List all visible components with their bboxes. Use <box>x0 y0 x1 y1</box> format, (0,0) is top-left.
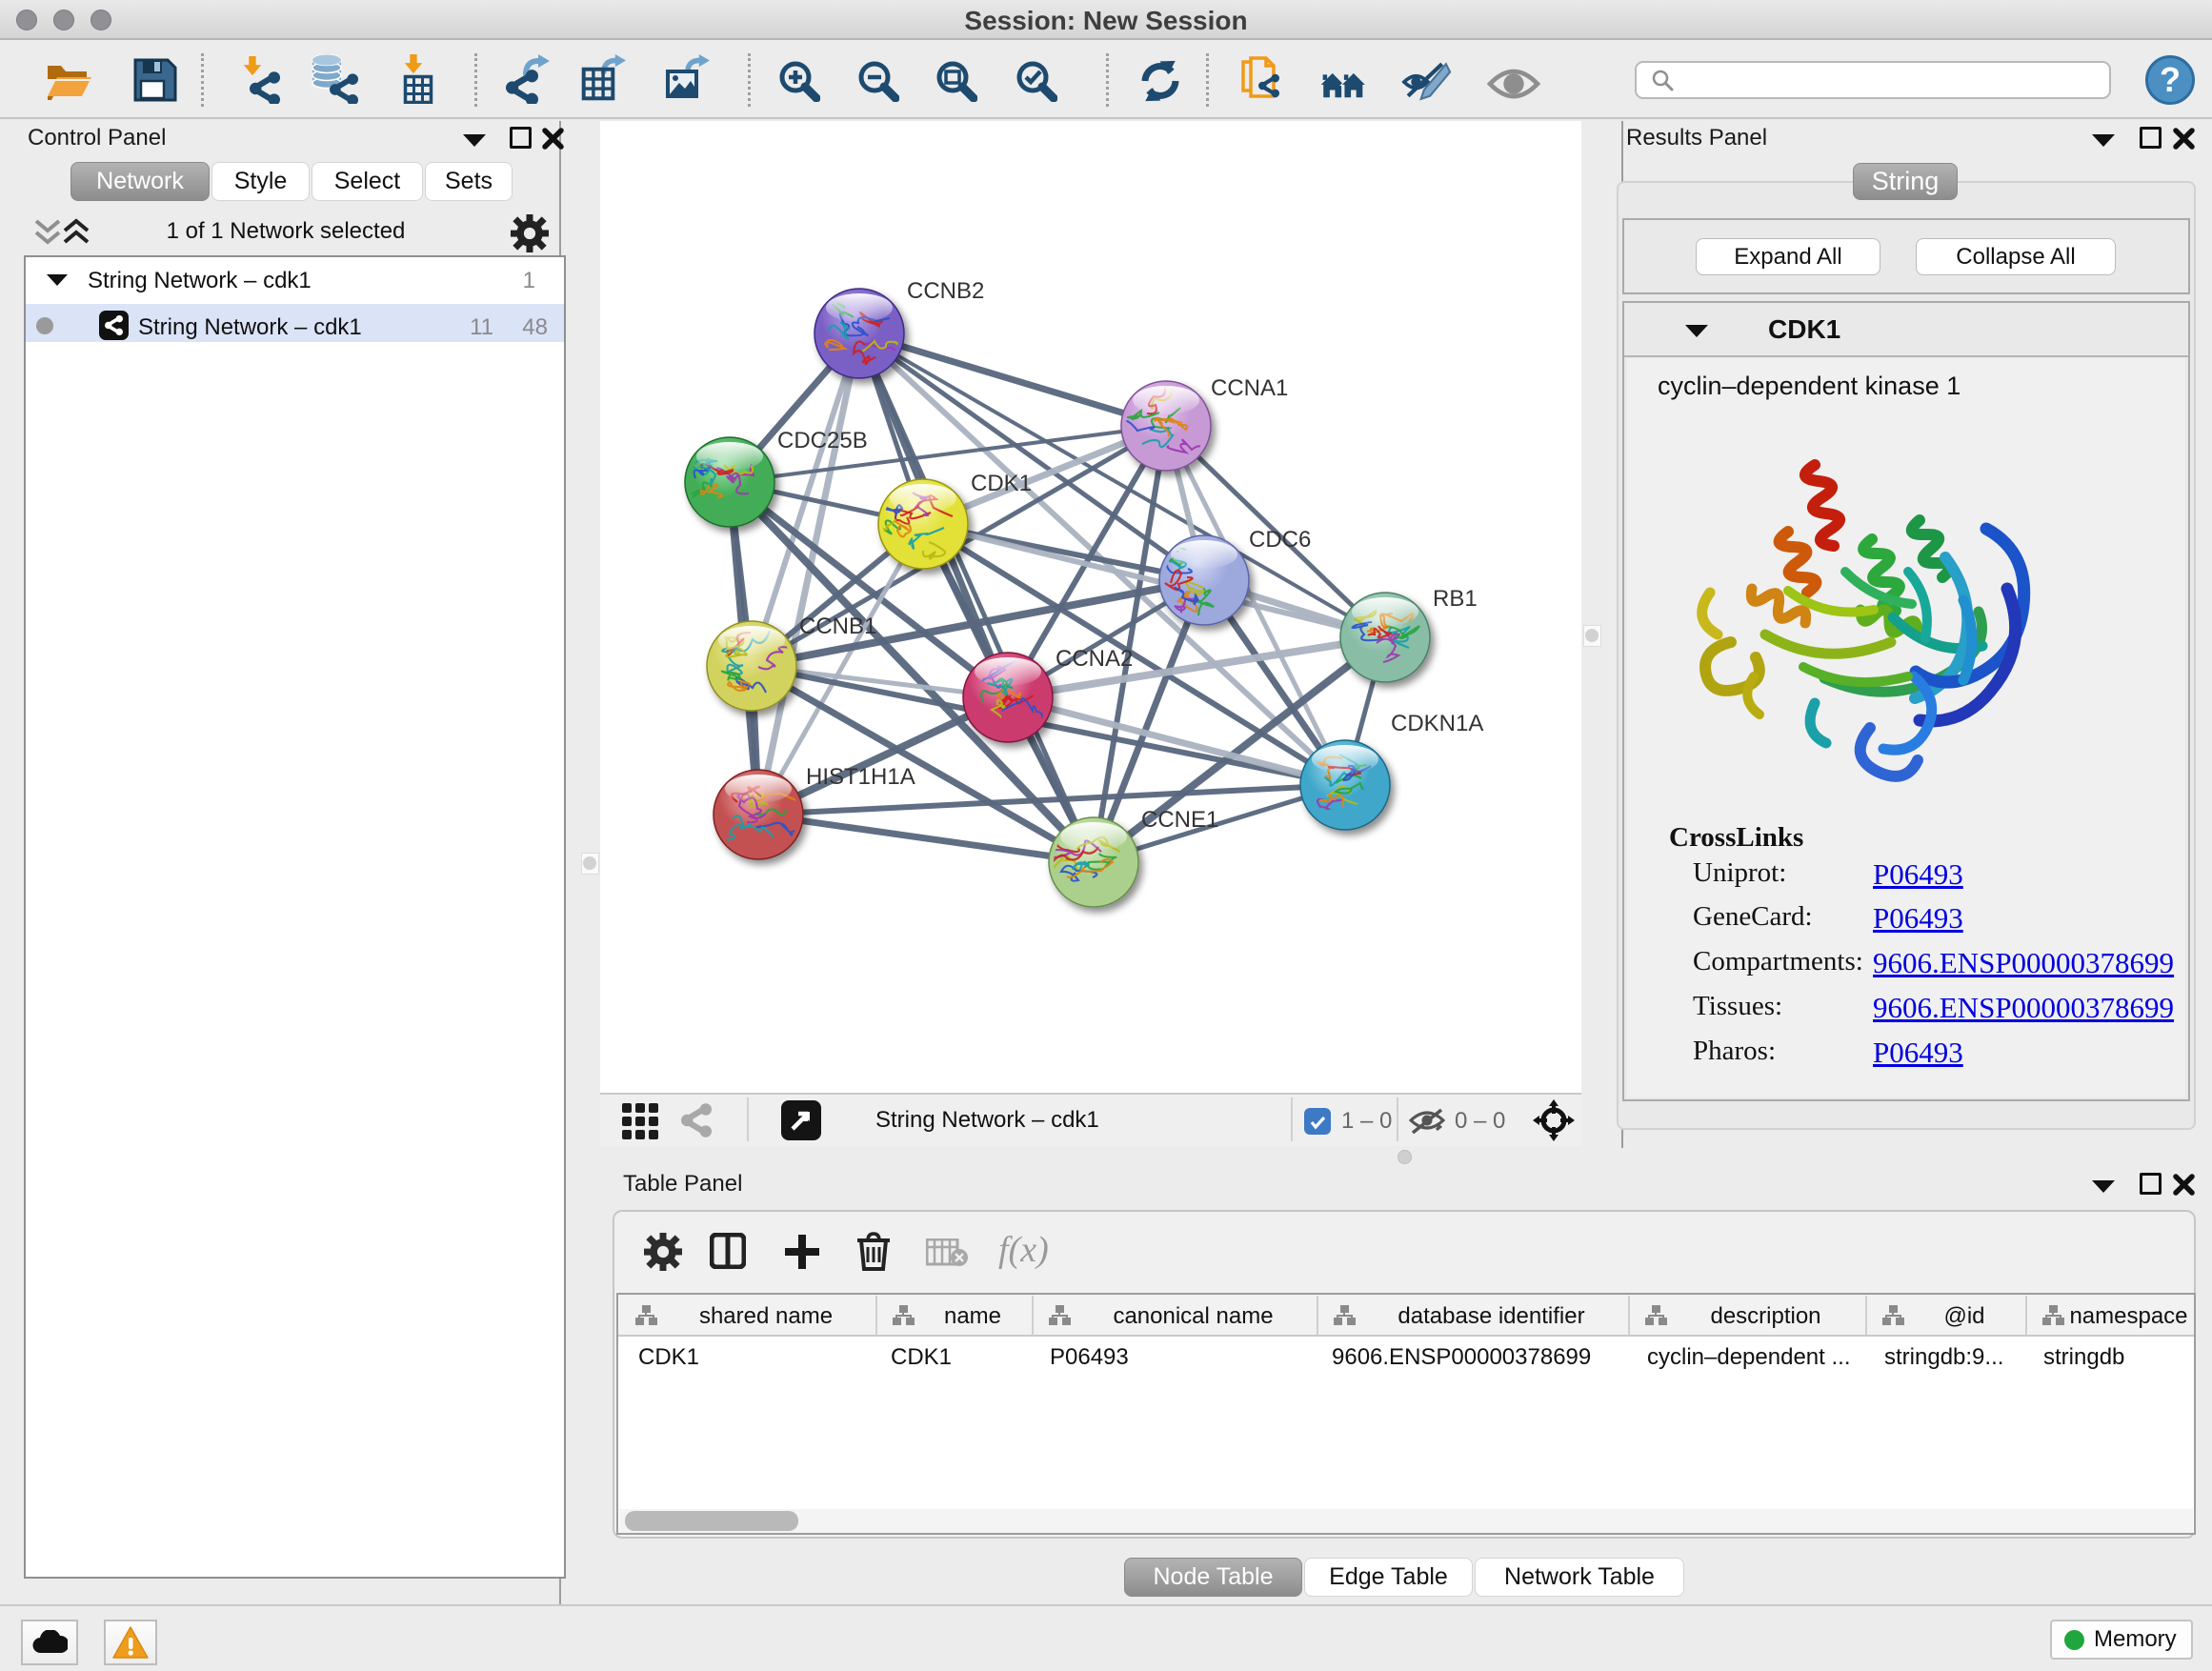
svg-text:CDC6: CDC6 <box>1249 527 1311 553</box>
svg-text:CCNB1: CCNB1 <box>799 614 876 639</box>
svg-text:CCNE1: CCNE1 <box>1141 807 1218 833</box>
svg-text:HIST1H1A: HIST1H1A <box>806 764 915 790</box>
svg-text:CCNA1: CCNA1 <box>1211 375 1288 401</box>
svg-text:CDK1: CDK1 <box>971 471 1032 496</box>
svg-text:CDC25B: CDC25B <box>777 428 868 453</box>
svg-text:RB1: RB1 <box>1433 586 1478 612</box>
svg-text:CDKN1A: CDKN1A <box>1391 711 1483 736</box>
svg-text:CCNA2: CCNA2 <box>1056 646 1133 672</box>
svg-text:CCNB2: CCNB2 <box>907 278 984 304</box>
